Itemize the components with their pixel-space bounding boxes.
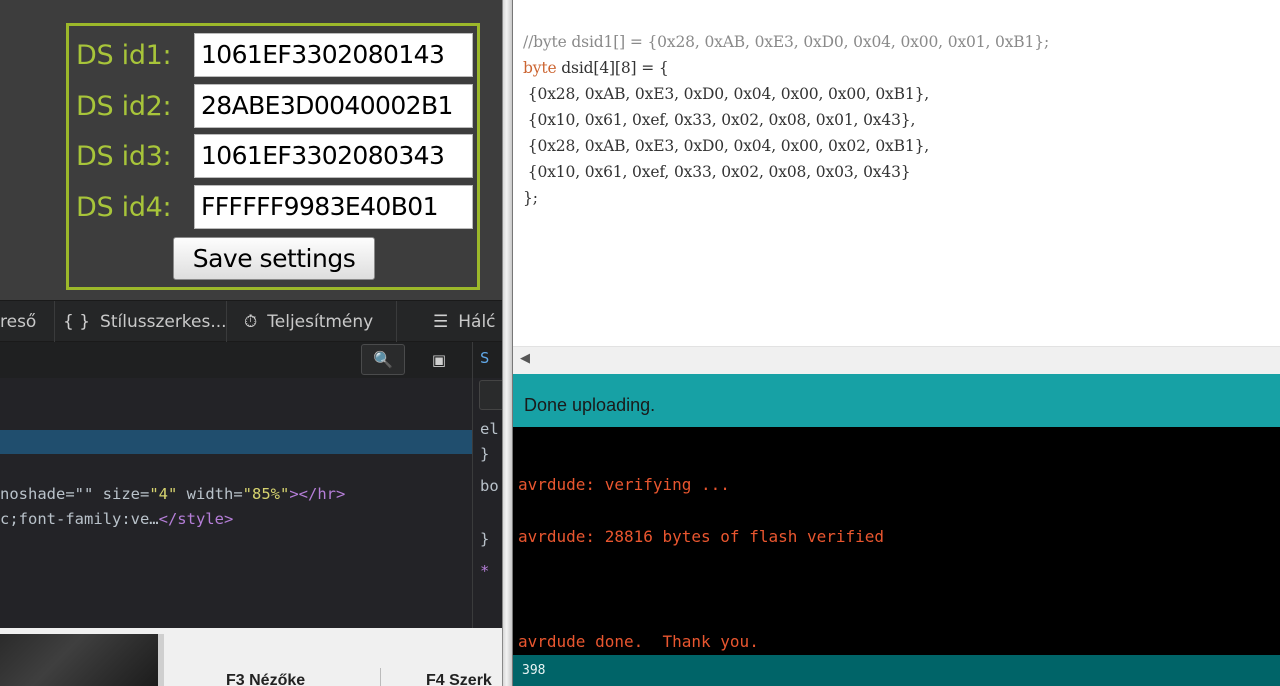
rule-line: *	[480, 562, 490, 580]
web-page: DS id1: 1061EF3302080143 DS id2: 28ABE3D…	[0, 0, 502, 300]
dock-side-icon[interactable]: ▣	[424, 346, 454, 374]
console-line: avrdude: verifying ...	[518, 475, 730, 494]
ds-row-2: DS id2: 28ABE3D0040002B1	[76, 84, 473, 128]
stopwatch-icon: ⏱	[244, 311, 258, 332]
devtools-tab-bar: reső { } Stílusszerkes... ⏱ Teljesítmény…	[0, 300, 502, 342]
search-icon[interactable]: 🔍	[361, 344, 405, 375]
rule-line: }	[480, 530, 490, 548]
hr-width-attr: width=	[177, 485, 243, 503]
tab-performance[interactable]: ⏱ Teljesítmény	[244, 301, 373, 342]
code-array-row: {0x28, 0xAB, 0xE3, 0xD0, 0x04, 0x00, 0x0…	[523, 137, 930, 155]
console-line: avrdude done. Thank you.	[518, 632, 759, 651]
code-closing-line: };	[523, 189, 538, 207]
divider	[380, 668, 381, 686]
selected-node-row[interactable]	[0, 430, 472, 454]
ds-id4-label: DS id4:	[76, 191, 172, 223]
save-settings-button[interactable]: Save settings	[173, 237, 375, 280]
tab-style-editor[interactable]: { } Stílusszerkes...	[63, 301, 227, 342]
f4-editor-tab[interactable]: F4 Szerk	[426, 672, 492, 686]
filter-styles-input[interactable]	[479, 380, 502, 410]
rule-line: }	[480, 445, 490, 463]
ds-id1-label: DS id1:	[76, 39, 172, 71]
network-icon: ☰	[433, 311, 449, 332]
tab-style-editor-label: Stílusszerkes...	[100, 311, 227, 332]
rule-line: el	[480, 420, 499, 438]
ds-row-3: DS id3: 1061EF3302080343	[76, 134, 473, 178]
ds-row-1: DS id1: 1061EF3302080143	[76, 33, 473, 77]
hr-close-tag: ></hr>	[289, 485, 346, 503]
ds-settings-form: DS id1: 1061EF3302080143 DS id2: 28ABE3D…	[66, 23, 480, 290]
ds-id1-input[interactable]: 1061EF3302080143	[194, 33, 473, 77]
side-panel-tab-label: S	[480, 349, 490, 367]
ds-id3-input[interactable]: 1061EF3302080343	[194, 134, 473, 178]
output-console: avrdude: verifying ... avrdude: 28816 by…	[513, 427, 1280, 655]
tab-performance-label: Teljesítmény	[267, 311, 374, 332]
markup-line-style[interactable]: c;font-family:ve…</style>	[0, 510, 233, 528]
code-declaration-line: byte dsid[4][8] = {	[523, 59, 669, 77]
window-splitter[interactable]	[502, 0, 513, 686]
markup-line-hr[interactable]: noshade="" size="4" width="85%"></hr>	[0, 485, 345, 503]
hr-noshade-attr: noshade=""	[0, 485, 103, 503]
side-panel-tab[interactable]: S	[473, 342, 502, 378]
tab-separator	[396, 301, 397, 342]
tab-separator	[54, 301, 55, 342]
hr-size-attr: size=	[102, 485, 150, 503]
ds-id4-input[interactable]: FFFFFF9983E40B01	[194, 185, 473, 229]
style-close-tag: </style>	[158, 510, 234, 528]
ds-id2-input[interactable]: 28ABE3D0040002B1	[194, 84, 473, 128]
status-bar: Done uploading.	[513, 374, 1280, 427]
tab-network[interactable]: ☰ Hálć	[433, 301, 496, 342]
tab-inspector-label: reső	[0, 311, 37, 332]
code-editor[interactable]: //byte dsid1[] = {0x28, 0xAB, 0xE3, 0xD0…	[513, 0, 1280, 346]
style-text: c;font-family:ve…	[0, 510, 159, 528]
devtools-toolbar: 🔍 ▣	[0, 342, 472, 378]
thumbnail-image	[0, 634, 158, 686]
f3-viewer-tab[interactable]: F3 Nézőke	[226, 672, 305, 686]
bottom-page-strip: F3 Nézőke F4 Szerk	[0, 628, 502, 686]
tab-network-label: Hálć	[458, 311, 496, 332]
rules-panel: S el } bo } *	[472, 342, 502, 628]
code-array-row: {0x10, 0x61, 0xef, 0x33, 0x02, 0x08, 0x0…	[523, 163, 911, 181]
divider	[158, 634, 164, 686]
footer-bar: 398	[513, 655, 1280, 686]
ds-row-4: DS id4: FFFFFF9983E40B01	[76, 185, 473, 229]
keyword-byte: byte	[523, 59, 557, 77]
tab-inspector[interactable]: reső	[0, 301, 36, 342]
browser-window: DS id1: 1061EF3302080143 DS id2: 28ABE3D…	[0, 0, 502, 686]
hr-width-value: "85%"	[242, 485, 290, 503]
ds-id2-label: DS id2:	[76, 90, 172, 122]
code-array-row: {0x28, 0xAB, 0xE3, 0xD0, 0x04, 0x00, 0x0…	[523, 85, 930, 103]
scroll-left-icon[interactable]: ◀	[520, 351, 530, 366]
ds-id3-label: DS id3:	[76, 140, 172, 172]
braces-icon: { }	[63, 311, 91, 332]
rule-line: bo	[480, 477, 499, 495]
hr-size-value: "4"	[149, 485, 178, 503]
declaration-rest: dsid[4][8] = {	[556, 59, 669, 77]
horizontal-scrollbar[interactable]: ◀	[513, 346, 1280, 374]
line-number: 398	[522, 663, 546, 678]
tab-separator	[226, 301, 227, 342]
code-array-row: {0x10, 0x61, 0xef, 0x33, 0x02, 0x08, 0x0…	[523, 111, 916, 129]
status-message: Done uploading.	[524, 395, 656, 415]
code-comment-line: //byte dsid1[] = {0x28, 0xAB, 0xE3, 0xD0…	[523, 33, 1050, 51]
arduino-ide-window: //byte dsid1[] = {0x28, 0xAB, 0xE3, 0xD0…	[513, 0, 1280, 686]
console-line: avrdude: 28816 bytes of flash verified	[518, 527, 885, 546]
markup-view: noshade="" size="4" width="85%"></hr> c;…	[0, 378, 472, 628]
